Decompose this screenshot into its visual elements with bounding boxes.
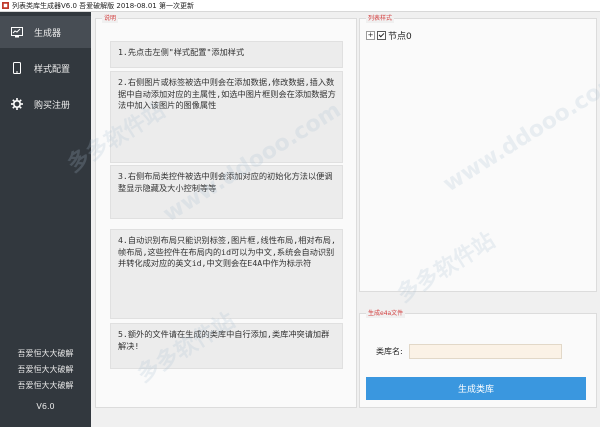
class-name-row: 类库名: <box>376 344 562 359</box>
list-style-panel: 列表样式 + 节点0 <box>359 14 597 292</box>
app-icon <box>2 2 9 9</box>
monitor-chart-icon <box>11 26 23 38</box>
sidebar-item-label: 购买注册 <box>34 100 71 111</box>
tree-node-label: 节点0 <box>388 32 412 42</box>
sidebar-item-purchase[interactable]: 购买注册 <box>0 88 91 120</box>
sidebar-item-generator[interactable]: 生成器 <box>0 16 91 48</box>
class-name-label: 类库名: <box>376 347 403 356</box>
node-checkbox[interactable] <box>377 31 386 40</box>
version-label: V6.0 <box>36 402 55 411</box>
window-title: 列表类库生成器V6.0 吾爱破解版 2018-08.01 第一次更新 <box>12 1 194 10</box>
instruction-note: 1.先点击左侧"样式配置"添加样式 <box>110 41 343 68</box>
phone-icon <box>11 62 23 74</box>
expand-icon[interactable]: + <box>366 31 375 40</box>
sidebar: 生成器 样式配置 购买注册 吾爱恒大大破解 吾爱恒大大破解 吾爱恒大大破解 V6… <box>0 12 91 427</box>
instruction-note: 3.右侧布局类控件被选中则会添加对应的初始化方法以便调整显示隐藏及大小控制等等 <box>110 165 343 219</box>
list-style-group-label: 列表样式 <box>366 14 395 23</box>
instructions-group-label: 说明 <box>102 14 119 23</box>
instructions-panel: 说明 1.先点击左侧"样式配置"添加样式 2.右侧图片或标签被选中则会在添加数据… <box>95 14 357 408</box>
sidebar-item-label: 样式配置 <box>34 64 71 75</box>
footer-credit: 吾爱恒大大破解 <box>17 349 74 358</box>
footer-credit: 吾爱恒大大破解 <box>17 381 74 390</box>
tree-node[interactable]: + 节点0 <box>366 29 412 42</box>
sidebar-item-style-config[interactable]: 样式配置 <box>0 52 91 84</box>
title-bar: 列表类库生成器V6.0 吾爱破解版 2018-08.01 第一次更新 <box>0 0 600 12</box>
generate-class-library-button[interactable]: 生成类库 <box>366 377 586 400</box>
instruction-note: 5.额外的文件请在生成的类库中自行添加,类库冲突请加群解决! <box>110 323 343 369</box>
footer-credit: 吾爱恒大大破解 <box>17 365 74 374</box>
sidebar-item-label: 生成器 <box>34 28 62 39</box>
generate-group-label: 生成e4a文件 <box>366 309 406 318</box>
instruction-note: 4.自动识别布局只能识别标签,图片框,线性布局,相对布局,帧布局,这些控件在布局… <box>110 229 343 319</box>
gear-icon <box>11 98 23 110</box>
class-name-input[interactable] <box>409 344 562 359</box>
instruction-note: 2.右侧图片或标签被选中则会在添加数据,修改数据,插入数据中自动添加对应的主属性… <box>110 71 343 163</box>
